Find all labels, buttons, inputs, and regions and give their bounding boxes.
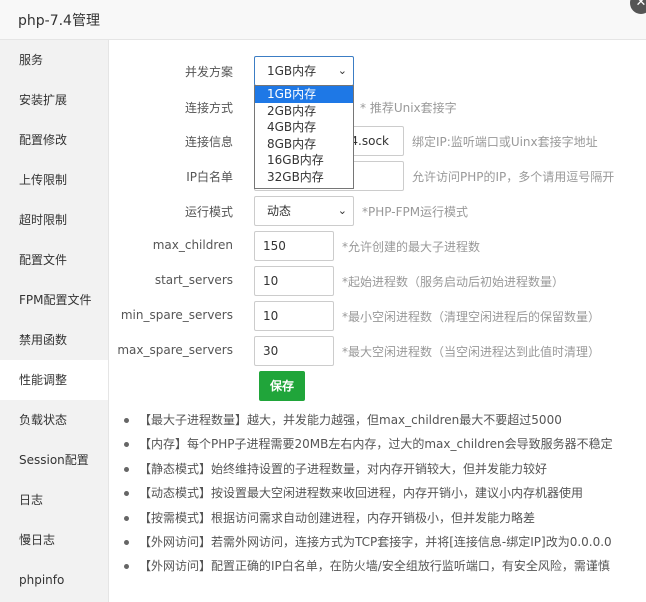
run-mode-select[interactable]: 动态 ⌄ (254, 196, 354, 226)
main-content: 并发方案 1GB内存 ⌄ 连接方式 * 推荐Unix套接字 连接信息 4.soc… (110, 40, 646, 602)
sidebar-item-config-file[interactable]: 配置文件 (0, 240, 108, 280)
max-children-input[interactable]: 150 (254, 231, 334, 261)
sidebar-item-timeout-limit[interactable]: 超时限制 (0, 200, 108, 240)
list-item: 【外网访问】若需外网访问，连接方式为TCP套接字，并将[连接信息-绑定IP]改为… (124, 530, 644, 554)
row-max-children: max_children 150 *允许创建的最大子进程数 (110, 231, 646, 261)
tip-text: 【静态模式】始终维持设置的子进程数量，对内存开销较大，但并发能力较好 (139, 461, 548, 476)
row-conn-info: 连接信息 4.sock 绑定IP:监听端口或Uinx套接字地址 (110, 126, 646, 156)
row-run-mode: 运行模式 动态 ⌄ *PHP-FPM运行模式 (110, 196, 646, 226)
sidebar-item-service[interactable]: 服务 (0, 40, 108, 80)
min-spare-servers-input[interactable]: 10 (254, 301, 334, 331)
bullet-icon (124, 466, 129, 472)
bullet-icon (124, 564, 129, 570)
chevron-down-icon: ⌄ (337, 204, 347, 217)
list-item: 【静态模式】始终维持设置的子进程数量，对内存开销较大，但并发能力较好 (124, 457, 644, 481)
max-spare-servers-input[interactable]: 30 (254, 336, 334, 366)
window-title: php-7.4管理 (18, 13, 100, 29)
row-ip-whitelist: IP白名单 允许访问PHP的IP，多个请用逗号隔开 (110, 161, 646, 191)
sidebar-item-disabled-functions[interactable]: 禁用函数 (0, 320, 108, 360)
ip-whitelist-hint: 允许访问PHP的IP，多个请用逗号隔开 (412, 170, 615, 184)
bullet-icon (124, 491, 129, 497)
concurrency-label: 并发方案 (184, 65, 233, 79)
max-spare-servers-hint: *最大空闲进程数（当空闲进程达到此值时清理） (342, 345, 601, 359)
connection-hint: * 推荐Unix套接字 (360, 101, 457, 115)
sidebar: 服务 安装扩展 配置修改 上传限制 超时限制 配置文件 FPM配置文件 禁用函数… (0, 40, 109, 602)
save-button[interactable]: 保存 (259, 371, 305, 401)
sidebar-item-upload-limit[interactable]: 上传限制 (0, 160, 108, 200)
sidebar-item-slow-log[interactable]: 慢日志 (0, 520, 108, 560)
bullet-icon (124, 418, 129, 423)
tips-list: 【最大子进程数量】越大，并发能力越强，但max_children最大不要超过50… (124, 408, 644, 579)
max-children-hint: *允许创建的最大子进程数 (342, 240, 481, 254)
tip-text: 【动态模式】按设置最大空闲进程数来收回进程，内存开销小，建议小内存机器使用 (139, 486, 584, 501)
concurrency-select-value: 1GB内存 (267, 64, 317, 78)
concurrency-select[interactable]: 1GB内存 ⌄ (254, 56, 354, 86)
sidebar-item-phpinfo[interactable]: phpinfo (0, 560, 108, 600)
tip-text: 【按需模式】根据访问需求自动创建进程，内存开销极小，但并发能力略差 (139, 510, 536, 525)
list-item: 【按需模式】根据访问需求自动创建进程，内存开销极小，但并发能力略差 (124, 506, 644, 530)
max-spare-servers-label: max_spare_servers (117, 343, 233, 357)
ip-whitelist-label: IP白名单 (186, 170, 233, 184)
sidebar-item-fpm-config-file[interactable]: FPM配置文件 (0, 280, 108, 320)
titlebar: php-7.4管理 (0, 0, 646, 40)
dropdown-option-2gb[interactable]: 2GB内存 (255, 103, 353, 120)
tip-text: 【最大子进程数量】越大，并发能力越强，但max_children最大不要超过50… (139, 413, 562, 427)
concurrency-dropdown-list: 1GB内存 2GB内存 4GB内存 8GB内存 16GB内存 32GB内存 (254, 85, 354, 189)
run-mode-label: 运行模式 (184, 205, 233, 219)
start-servers-hint: *起始进程数（服务启动后初始进程数量） (342, 275, 565, 289)
row-min-spare-servers: min_spare_servers 10 *最小空闲进程数（清理空闲进程后的保留… (110, 301, 646, 331)
sidebar-item-performance[interactable]: 性能调整 (0, 360, 108, 400)
dropdown-option-8gb[interactable]: 8GB内存 (255, 136, 353, 153)
chevron-down-icon: ⌄ (337, 64, 347, 77)
list-item: 【动态模式】按设置最大空闲进程数来收回进程，内存开销小，建议小内存机器使用 (124, 481, 644, 505)
start-servers-input[interactable]: 10 (254, 266, 334, 296)
bullet-icon (124, 539, 129, 545)
start-servers-label: start_servers (154, 273, 233, 287)
list-item: 【内存】每个PHP子进程需要20MB左右内存，过大的max_children会导… (124, 432, 644, 456)
bullet-icon (124, 515, 129, 521)
conn-info-value: 4.sock (350, 134, 389, 148)
sidebar-item-log[interactable]: 日志 (0, 480, 108, 520)
sidebar-item-config-modify[interactable]: 配置修改 (0, 120, 108, 160)
run-mode-hint: *PHP-FPM运行模式 (362, 205, 469, 219)
list-item: 【外网访问】配置正确的IP白名单，在防火墙/安全组放行监听端口，有安全风险，需谨… (124, 554, 644, 578)
tip-text: 【外网访问】若需外网访问，连接方式为TCP套接字，并将[连接信息-绑定IP]改为… (139, 534, 612, 549)
row-connection: 连接方式 * 推荐Unix套接字 (110, 92, 646, 122)
conn-info-label: 连接信息 (184, 135, 233, 149)
dropdown-option-16gb[interactable]: 16GB内存 (255, 152, 353, 169)
row-max-spare-servers: max_spare_servers 30 *最大空闲进程数（当空闲进程达到此值时… (110, 336, 646, 366)
sidebar-item-load-status[interactable]: 负载状态 (0, 400, 108, 440)
bullet-icon (124, 442, 129, 448)
dropdown-option-32gb[interactable]: 32GB内存 (255, 169, 353, 186)
run-mode-select-value: 动态 (267, 204, 292, 218)
list-item: 【最大子进程数量】越大，并发能力越强，但max_children最大不要超过50… (124, 408, 644, 432)
dropdown-option-4gb[interactable]: 4GB内存 (255, 119, 353, 136)
max-children-label: max_children (152, 238, 233, 252)
connection-label: 连接方式 (184, 101, 233, 115)
sidebar-item-install-extension[interactable]: 安装扩展 (0, 80, 108, 120)
php-manager-window: php-7.4管理 ✕ 服务 安装扩展 配置修改 上传限制 超时限制 配置文件 … (0, 0, 646, 602)
tip-text: 【外网访问】配置正确的IP白名单，在防火墙/安全组放行监听端口，有安全风险，需谨… (139, 559, 610, 574)
row-concurrency: 并发方案 1GB内存 ⌄ (110, 56, 646, 86)
tip-text: 【内存】每个PHP子进程需要20MB左右内存，过大的max_children会导… (139, 437, 613, 452)
min-spare-servers-hint: *最小空闲进程数（清理空闲进程后的保留数量） (342, 310, 601, 324)
row-start-servers: start_servers 10 *起始进程数（服务启动后初始进程数量） (110, 266, 646, 296)
sidebar-item-session-config[interactable]: Session配置 (0, 440, 108, 480)
min-spare-servers-label: min_spare_servers (120, 308, 233, 322)
dropdown-option-1gb[interactable]: 1GB内存 (255, 86, 353, 103)
conn-info-hint: 绑定IP:监听端口或Uinx套接字地址 (412, 135, 598, 149)
